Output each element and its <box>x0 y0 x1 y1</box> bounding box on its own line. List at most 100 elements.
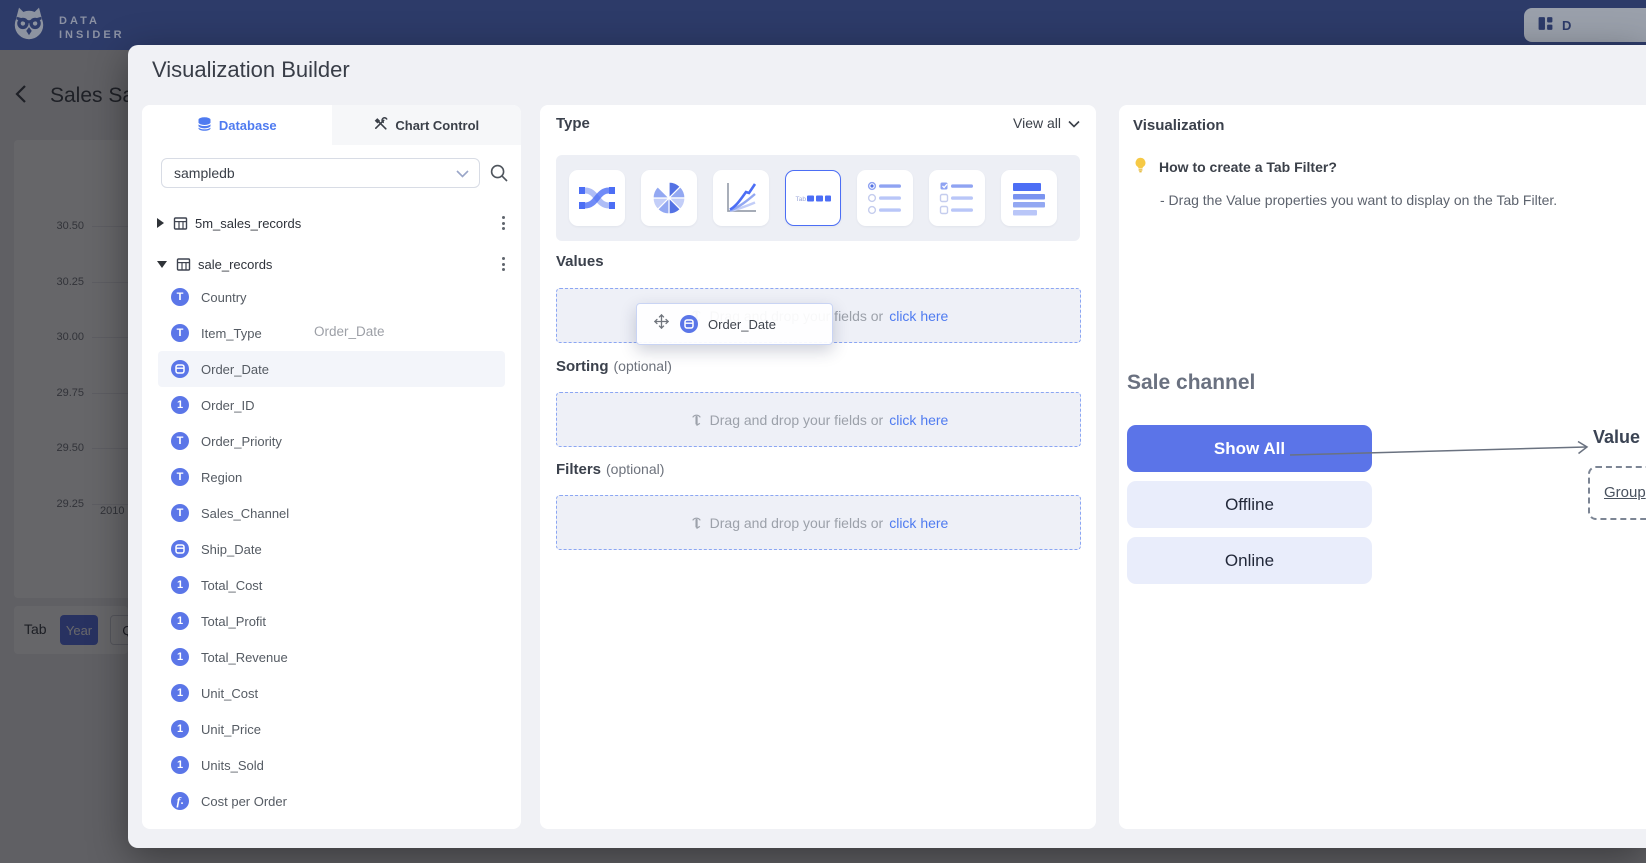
annotation-arrow <box>1290 438 1600 462</box>
caret-right-icon[interactable] <box>157 218 164 228</box>
number-field-icon: 1 <box>171 720 189 738</box>
number-field-icon: 1 <box>171 648 189 666</box>
field-row-sales-channel[interactable]: TSales_Channel <box>158 495 505 531</box>
date-field-icon <box>171 540 189 558</box>
tab-filter-option-offline[interactable]: Offline <box>1127 481 1372 528</box>
tip-title: How to create a Tab Filter? <box>1159 159 1337 175</box>
chart-type-line[interactable] <box>713 170 769 226</box>
tab-filter-option-online[interactable]: Online <box>1127 537 1372 584</box>
field-list: TCountryTItem_TypeOrder_Date1Order_IDTOr… <box>142 279 521 819</box>
field-row-order-id[interactable]: 1Order_ID <box>158 387 505 423</box>
chart-type-strip: Tab <box>556 155 1080 241</box>
date-field-icon <box>680 315 698 333</box>
sorting-section-label: Sorting(optional) <box>556 358 672 375</box>
text-field-icon: T <box>171 324 189 342</box>
filters-drop-zone[interactable]: Drag and drop your fields or click here <box>556 495 1081 550</box>
type-section-label: Type <box>556 115 590 132</box>
field-row-total-profit[interactable]: 1Total_Profit <box>158 603 505 639</box>
table-menu-icon[interactable] <box>497 253 510 275</box>
lightbulb-icon <box>1132 156 1149 179</box>
chart-type-sankey[interactable] <box>569 170 625 226</box>
drag-ghost-label: Order_Date <box>314 324 385 339</box>
top-nav: DATA INSIDER D <box>0 0 1646 50</box>
date-field-icon <box>171 360 189 378</box>
tip-body: - Drag the Value properties you want to … <box>1160 192 1557 208</box>
filters-section-label: Filters(optional) <box>556 461 664 478</box>
values-section-label: Values <box>556 253 609 270</box>
chip-field-name: Order_Date <box>708 317 776 332</box>
annotation-value-heading: Value <box>1593 427 1640 448</box>
table-name: 5m_sales_records <box>195 216 301 231</box>
dragged-field-chip[interactable]: Order_Date <box>636 303 833 345</box>
number-field-icon: 1 <box>171 612 189 630</box>
number-field-icon: 1 <box>171 756 189 774</box>
database-icon <box>197 116 212 135</box>
datasource-select-value: sampledb <box>174 165 456 181</box>
svg-text:Tab: Tab <box>796 196 807 203</box>
tab-database[interactable]: Database <box>142 105 332 145</box>
tab-chart-control-label: Chart Control <box>395 118 479 133</box>
chart-type-checkbox-list[interactable] <box>929 170 985 226</box>
annotation-group-dropzone[interactable]: Group <box>1588 466 1646 520</box>
builder-panel: Type View all Tab Values Drag and drop y… <box>540 105 1096 829</box>
annotation-group-link[interactable]: Group <box>1604 484 1646 501</box>
drop-hint-text: Drag and drop your fields or <box>710 412 884 428</box>
table-row-5m-sales-records[interactable]: 5m_sales_records <box>142 210 521 236</box>
click-here-link[interactable]: click here <box>889 515 948 531</box>
click-here-link[interactable]: click here <box>889 308 948 324</box>
view-all-label: View all <box>1013 115 1061 131</box>
text-field-icon: T <box>171 288 189 306</box>
field-row-unit-price[interactable]: 1Unit_Price <box>158 711 505 747</box>
field-row-order-priority[interactable]: TOrder_Priority <box>158 423 505 459</box>
field-row-units-sold[interactable]: 1Units_Sold <box>158 747 505 783</box>
click-here-link[interactable]: click here <box>889 412 948 428</box>
tools-icon <box>373 116 388 134</box>
field-row-order-date[interactable]: Order_Date <box>158 351 505 387</box>
dashboard-button-label: D <box>1562 18 1571 33</box>
view-all-button[interactable]: View all <box>1013 115 1080 131</box>
brand-line2: INSIDER <box>59 29 125 41</box>
caret-down-icon[interactable] <box>157 261 167 268</box>
table-menu-icon[interactable] <box>497 212 510 234</box>
drop-hint-text: Drag and drop your fields or <box>710 515 884 531</box>
text-field-icon: T <box>171 504 189 522</box>
tab-database-label: Database <box>219 118 277 133</box>
field-row-total-cost[interactable]: 1Total_Cost <box>158 567 505 603</box>
chevron-down-icon <box>1068 115 1080 131</box>
field-row-cost-per-order[interactable]: f.Cost per Order <box>158 783 505 819</box>
number-field-icon: 1 <box>171 396 189 414</box>
chevron-down-icon <box>456 165 469 181</box>
datasource-select[interactable]: sampledb <box>161 158 480 188</box>
table-row-sale-records[interactable]: sale_records <box>142 251 521 277</box>
field-row-total-revenue[interactable]: 1Total_Revenue <box>158 639 505 675</box>
chart-type-radio-list[interactable] <box>857 170 913 226</box>
tap-hand-icon <box>689 412 704 428</box>
table-icon <box>176 257 191 272</box>
chart-type-table[interactable] <box>1001 170 1057 226</box>
text-field-icon: T <box>171 432 189 450</box>
text-field-icon: T <box>171 468 189 486</box>
modal-title: Visualization Builder <box>152 57 350 83</box>
sorting-drop-zone[interactable]: Drag and drop your fields or click here <box>556 392 1081 447</box>
search-icon[interactable] <box>489 163 509 183</box>
chart-type-tab-filter-selected[interactable]: Tab <box>785 170 841 226</box>
field-row-region[interactable]: TRegion <box>158 459 505 495</box>
field-row-country[interactable]: TCountry <box>158 279 505 315</box>
field-row-unit-cost[interactable]: 1Unit_Cost <box>158 675 505 711</box>
database-panel: Database Chart Control sampledb 5m_sal <box>142 105 521 829</box>
field-row-ship-date[interactable]: Ship_Date <box>158 531 505 567</box>
chart-type-pie[interactable] <box>641 170 697 226</box>
function-field-icon: f. <box>171 792 189 810</box>
brand-logo: DATA INSIDER <box>10 5 125 50</box>
number-field-icon: 1 <box>171 684 189 702</box>
tab-chart-control[interactable]: Chart Control <box>332 105 522 145</box>
dashboard-button[interactable]: D <box>1524 8 1646 42</box>
brand-line1: DATA <box>59 15 100 27</box>
move-icon <box>653 313 670 335</box>
dashboard-icon <box>1537 15 1554 35</box>
number-field-icon: 1 <box>171 576 189 594</box>
tap-hand-icon <box>689 515 704 531</box>
owl-logo-icon <box>10 5 48 50</box>
table-name: sale_records <box>198 257 272 272</box>
visualization-title: Visualization <box>1133 117 1224 134</box>
